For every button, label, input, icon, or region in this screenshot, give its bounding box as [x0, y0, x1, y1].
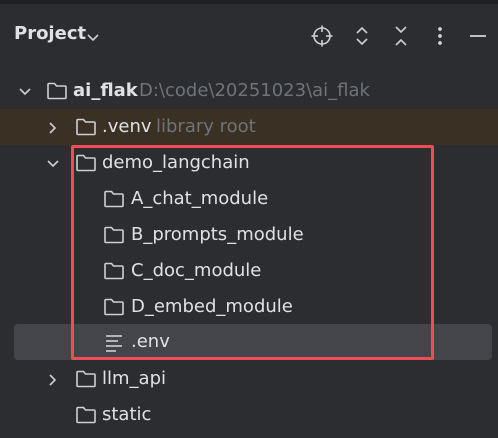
static-folder-name: static	[102, 404, 152, 425]
folder-icon	[103, 189, 125, 209]
folder-icon	[75, 369, 97, 389]
root-folder-name: ai_flak	[73, 80, 138, 101]
tree-row-root[interactable]: ai_flak D:\code\20251023\ai_flak	[0, 73, 498, 109]
folder-icon	[103, 297, 125, 317]
folder-icon	[75, 405, 97, 425]
folder-icon	[46, 81, 68, 101]
folder-icon	[103, 261, 125, 281]
collapse-all-icon[interactable]	[389, 24, 413, 48]
a-chat-module-name: A_chat_module	[131, 188, 269, 209]
tree-row-d-embed-module[interactable]: D_embed_module	[0, 289, 498, 325]
chevron-right-icon[interactable]	[46, 120, 60, 134]
folder-icon	[75, 117, 97, 137]
tree-row-static[interactable]: static	[0, 397, 498, 433]
root-folder-path: D:\code\20251023\ai_flak	[139, 80, 370, 101]
tree-row-c-doc-module[interactable]: C_doc_module	[0, 253, 498, 289]
library-root-hint: library root	[156, 116, 256, 137]
tree-row-demo-langchain[interactable]: demo_langchain	[0, 145, 498, 181]
folder-icon	[103, 225, 125, 245]
tree-row-venv[interactable]: .venv library root	[0, 109, 498, 145]
project-tool-window-header: Project	[0, 4, 498, 66]
text-file-icon	[104, 333, 126, 353]
env-file-name: .env	[131, 331, 170, 352]
expand-collapse-icon[interactable]	[350, 24, 374, 48]
llm-api-folder-name: llm_api	[102, 368, 166, 389]
demo-langchain-folder-name: demo_langchain	[102, 152, 250, 173]
more-options-icon[interactable]	[428, 24, 452, 48]
b-prompts-module-name: B_prompts_module	[131, 224, 304, 245]
d-embed-module-name: D_embed_module	[131, 296, 293, 317]
chevron-down-icon[interactable]	[18, 84, 32, 98]
tree-row-b-prompts-module[interactable]: B_prompts_module	[0, 217, 498, 253]
c-doc-module-name: C_doc_module	[131, 260, 262, 281]
chevron-down-icon[interactable]	[46, 156, 60, 170]
chevron-right-icon[interactable]	[46, 372, 60, 386]
tree-row-env[interactable]: .env	[0, 324, 498, 360]
venv-folder-name: .venv	[102, 116, 152, 137]
chevron-down-icon[interactable]	[86, 29, 100, 42]
tree-row-llm-api[interactable]: llm_api	[0, 361, 498, 397]
locate-icon[interactable]	[310, 24, 334, 48]
project-view-title[interactable]: Project	[14, 23, 86, 44]
folder-icon	[75, 153, 97, 173]
minimize-icon[interactable]	[466, 24, 490, 48]
tree-row-a-chat-module[interactable]: A_chat_module	[0, 181, 498, 217]
